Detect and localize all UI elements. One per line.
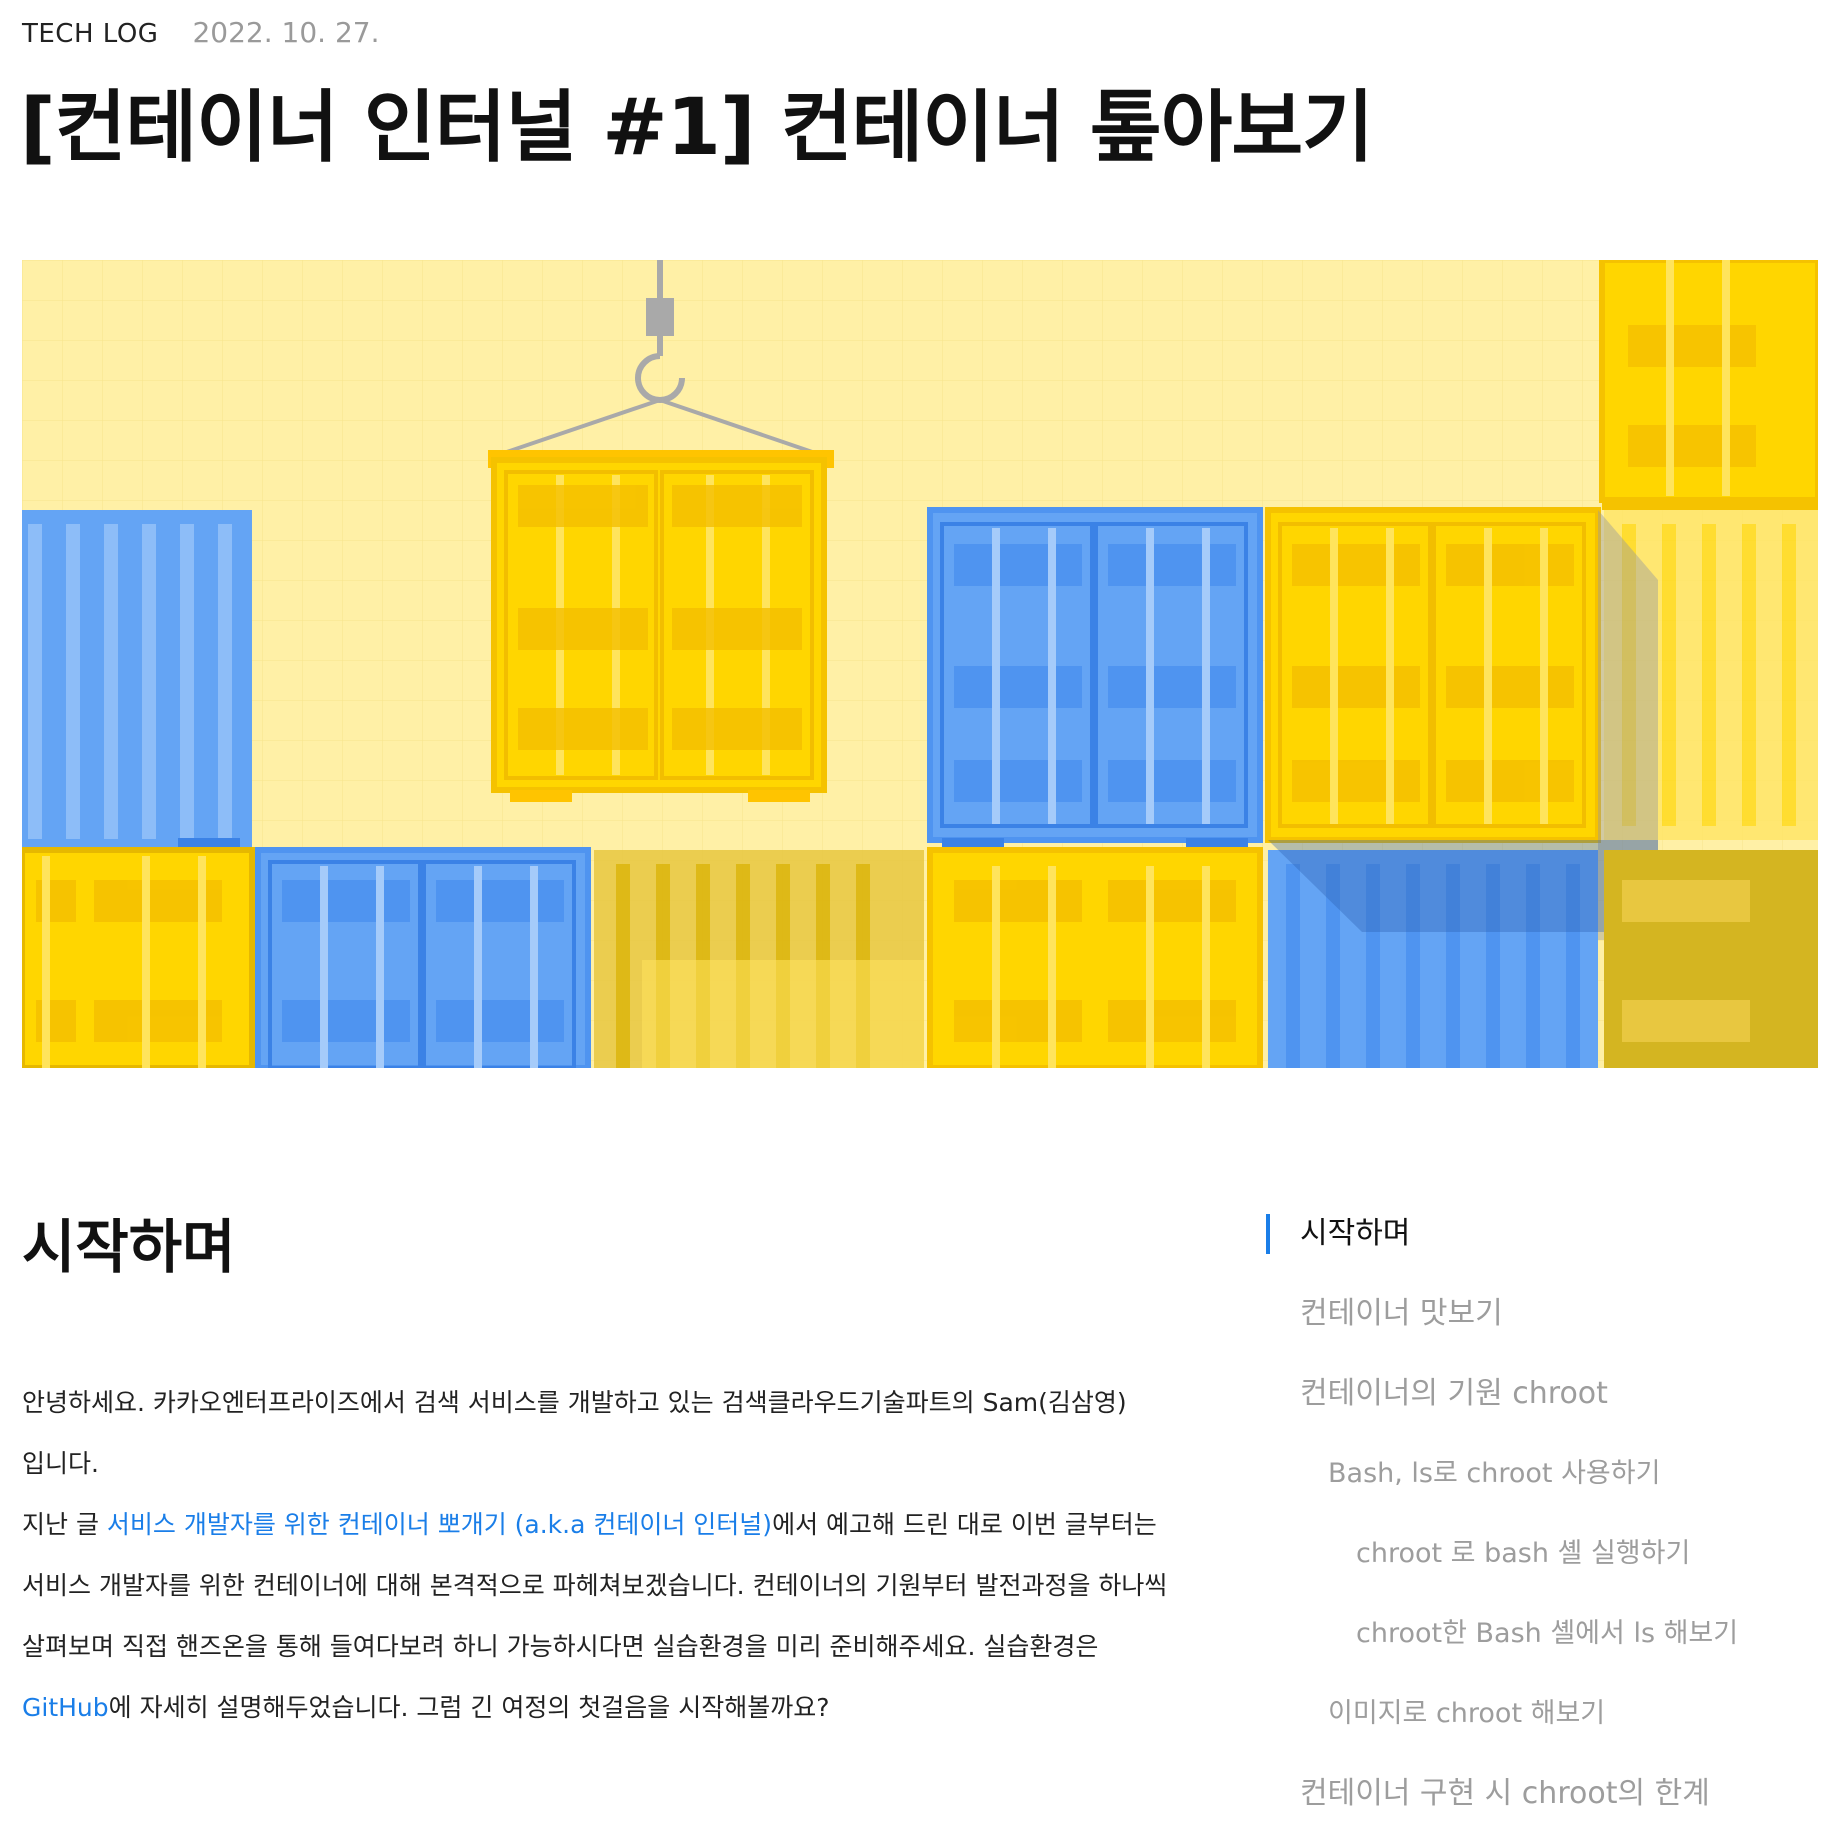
hanging-container [488,450,834,802]
paragraph-text: 지난 글 [22,1510,107,1539]
intro-paragraph: 안녕하세요. 카카오엔터프라이즈에서 검색 서비스를 개발하고 있는 검색클라우… [22,1388,1127,1478]
toc-item-ls-in-chroot[interactable]: chroot한 Bash 셸에서 ls 해보기 [1300,1614,1820,1694]
article-body: 시작하며 안녕하세요. 카카오엔터프라이즈에서 검색 서비스를 개발하고 있는 … [22,1200,1182,1738]
post-date: 2022. 10. 27. [192,16,380,49]
toc-item-intro[interactable]: 시작하며 [1266,1214,1820,1294]
toc-item-taste[interactable]: 컨테이너 맛보기 [1300,1294,1820,1374]
body-paragraph: 지난 글 서비스 개발자를 위한 컨테이너 뽀개기 (a.k.a 컨테이너 인터… [22,1494,1182,1738]
center-blue-container [927,507,1263,850]
post-title: [컨테이너 인터널 #1] 컨테이너 톺아보기 [20,83,1374,173]
paragraph-text: 에 자세히 설명해두었습니다. 그럼 긴 여정의 첫걸음을 시작해볼까요? [108,1693,830,1722]
toc-item-bash-ls[interactable]: Bash, ls로 chroot 사용하기 [1300,1454,1820,1534]
category-link[interactable]: TECH LOG [22,19,158,49]
section-heading: 시작하며 [22,1213,236,1281]
toc-item-chroot-origin[interactable]: 컨테이너의 기원 chroot [1300,1374,1820,1454]
left-blue-container [22,510,252,850]
containers-illustration [22,260,1818,1068]
right-yellow-container [1265,507,1601,843]
toc-item-bash-shell[interactable]: chroot 로 bash 셸 실행하기 [1300,1534,1820,1614]
toc-item-image-chroot[interactable]: 이미지로 chroot 해보기 [1300,1694,1820,1774]
github-link[interactable]: GitHub [22,1693,109,1722]
post-meta: TECH LOG 2022. 10. 27. [22,16,379,49]
previous-post-link[interactable]: 서비스 개발자를 위한 컨테이너 뽀개기 (a.k.a 컨테이너 인터널) [107,1510,772,1539]
table-of-contents: 시작하며 컨테이너 맛보기 컨테이너의 기원 chroot Bash, ls로 … [1266,1214,1820,1824]
top-right-container [1599,260,1818,510]
toc-item-chroot-limits[interactable]: 컨테이너 구현 시 chroot의 한계 [1300,1774,1820,1824]
hero-illustration [22,260,1818,1068]
bottom-row-containers [22,840,1818,1068]
